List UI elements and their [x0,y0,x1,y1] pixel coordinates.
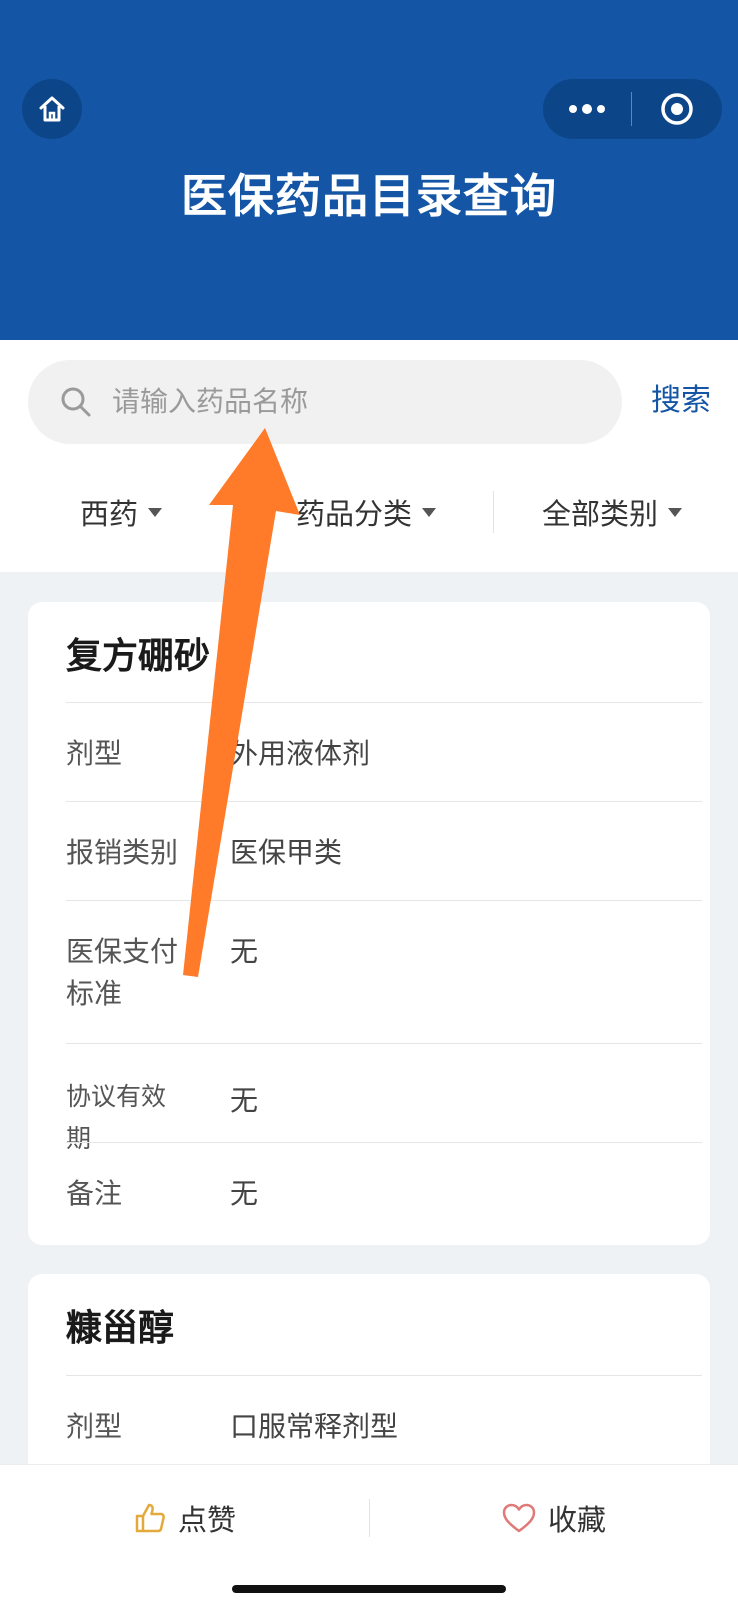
annotation-arrow-icon [183,428,300,977]
